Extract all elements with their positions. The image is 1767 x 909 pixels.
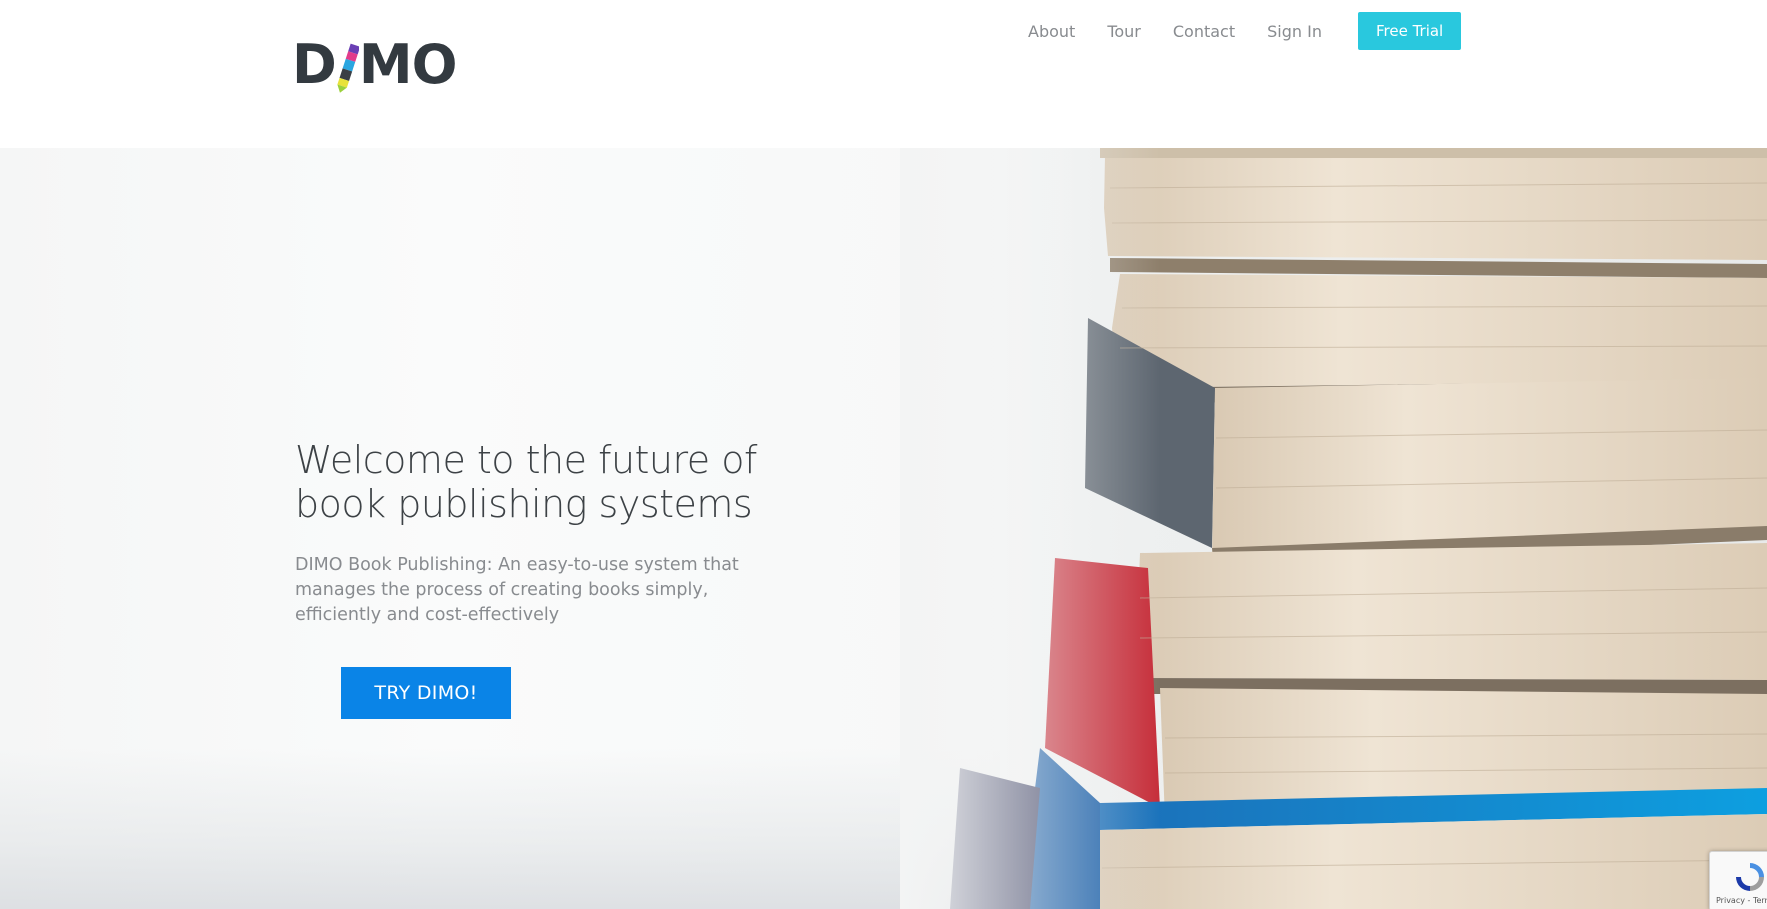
book-pages-3 xyxy=(1212,378,1767,556)
nav-about[interactable]: About xyxy=(1028,22,1075,41)
pen-icon xyxy=(337,42,359,93)
book-pages-1 xyxy=(1104,148,1767,260)
nav-contact[interactable]: Contact xyxy=(1173,22,1235,41)
site-header: D MO About Tour Contact Sign In Free Tri… xyxy=(0,0,1767,148)
nav-tour[interactable]: Tour xyxy=(1107,22,1141,41)
book-cover-1 xyxy=(1100,148,1767,158)
dimo-logo[interactable]: D MO xyxy=(292,33,458,96)
hero-subtitle: DIMO Book Publishing: An easy-to-use sys… xyxy=(295,555,739,625)
recaptcha-icon xyxy=(1732,859,1767,895)
recaptcha-links[interactable]: Privacy - Terms xyxy=(1716,896,1767,905)
logo-letters-mo: MO xyxy=(358,33,458,96)
book-pages-2 xyxy=(1112,274,1767,388)
try-dimo-button[interactable]: TRY DIMO! xyxy=(341,667,511,719)
recaptcha-badge[interactable]: Privacy - Terms xyxy=(1709,851,1767,909)
book-pages-4 xyxy=(1135,543,1767,680)
hero-title: Welcome to the future of book publishing… xyxy=(295,438,757,526)
main-nav: About Tour Contact Sign In Free Trial xyxy=(1028,12,1462,50)
books-stack-image xyxy=(900,148,1767,909)
logo-letter-d: D xyxy=(292,33,337,96)
nav-sign-in[interactable]: Sign In xyxy=(1267,22,1322,41)
free-trial-button[interactable]: Free Trial xyxy=(1357,12,1462,50)
hero-section: Welcome to the future of book publishing… xyxy=(0,148,1767,909)
